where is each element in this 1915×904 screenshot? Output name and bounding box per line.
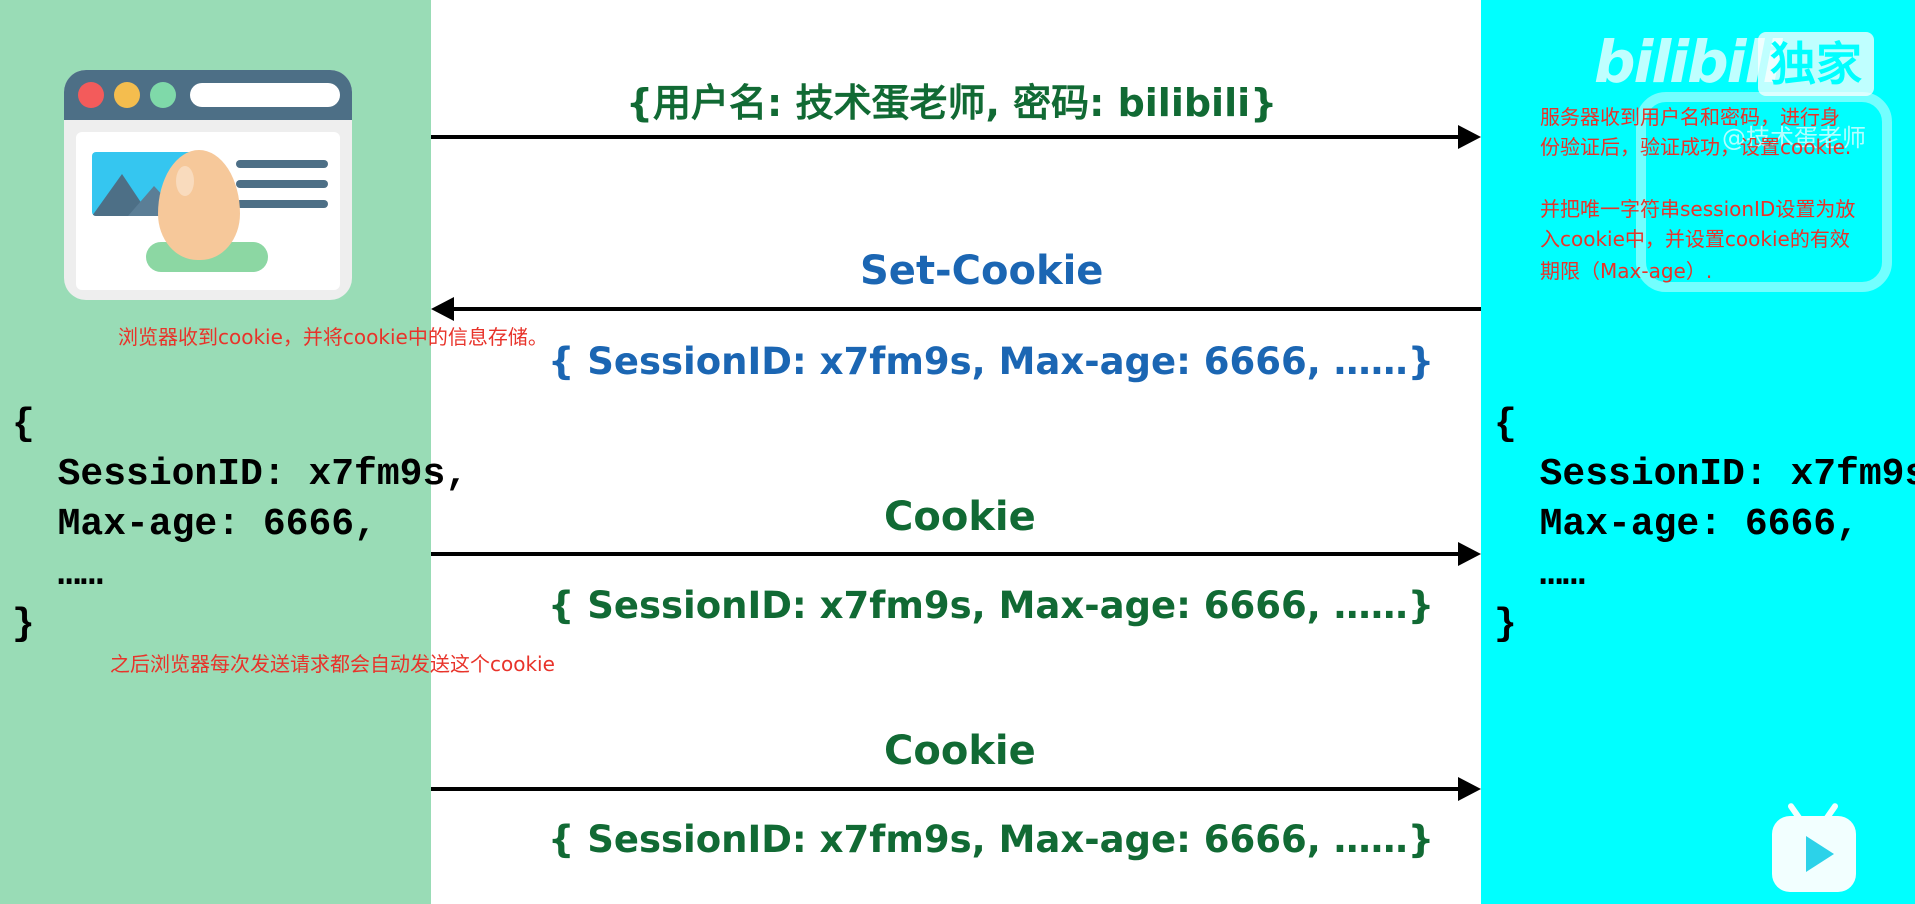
arrow-set-cookie-response	[431, 297, 1481, 321]
set-cookie-label: Set-Cookie	[860, 248, 1104, 294]
set-cookie-detail: { SessionID: x7fm9s, Max-age: 6666, ……}	[548, 340, 1435, 383]
note-browser-sends-cookie: 之后浏览器每次发送请求都会自动发送这个cookie	[110, 652, 555, 676]
arrow-cookie-request-1	[431, 542, 1481, 566]
note-server-line-4: 入cookie中，并设置cookie的有效	[1540, 227, 1850, 251]
arrow-cookie-request-2	[431, 777, 1481, 801]
server-session-store: { SessionID: x7fm9s, Max-age: 6666, …… }	[1494, 403, 1915, 646]
note-server-line-3: 并把唯一字符串sessionID设置为放	[1540, 197, 1856, 221]
bilibili-tv-icon	[1772, 816, 1856, 892]
login-credentials-label: {用户名: 技术蛋老师, 密码: bilibili}	[626, 81, 1278, 125]
cookie-detail-1: { SessionID: x7fm9s, Max-age: 6666, ……}	[548, 584, 1435, 627]
cookie-detail-2: { SessionID: x7fm9s, Max-age: 6666, ……}	[548, 818, 1435, 861]
cookie-label-1: Cookie	[884, 494, 1036, 540]
note-server-line-5: 期限（Max-age）.	[1540, 259, 1713, 283]
note-browser-stores-cookie: 浏览器收到cookie，并将cookie中的信息存储。	[118, 325, 548, 349]
note-server-line-2: 份验证后，验证成功，设置cookie.	[1540, 135, 1852, 159]
client-cookie-store: { SessionID: x7fm9s, Max-age: 6666, …… }	[12, 403, 469, 646]
note-server-line-1: 服务器收到用户名和密码，进行身	[1540, 105, 1840, 129]
play-icon	[1806, 836, 1834, 872]
cookie-label-2: Cookie	[884, 728, 1036, 774]
arrow-login-request	[431, 125, 1481, 149]
